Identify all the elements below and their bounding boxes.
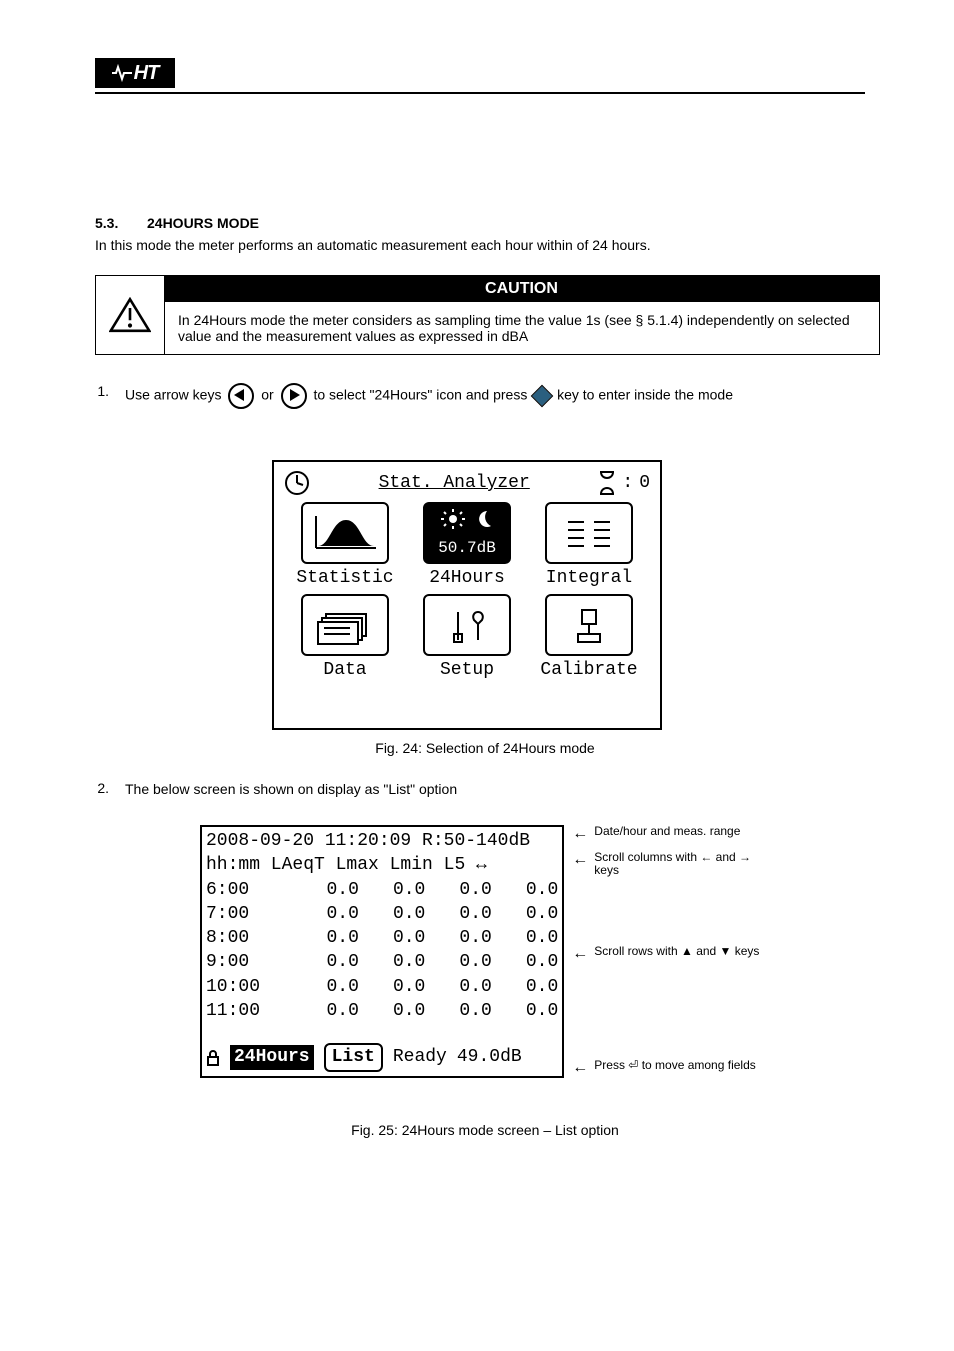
step2-body: The below screen is shown on display as … — [125, 781, 457, 797]
mode-24hours-label: 24Hours — [429, 568, 505, 588]
fig25-cell: 0.0 — [492, 902, 558, 926]
fig25-cell: 0.0 — [425, 926, 491, 950]
mode-data: Data — [290, 594, 400, 680]
caution-block: CAUTION In 24Hours mode the meter consid… — [95, 275, 880, 355]
mode-calibrate: Calibrate — [534, 594, 644, 680]
fig25-cell: 11:00 — [206, 999, 292, 1023]
fig25-cell: 10:00 — [206, 975, 292, 999]
arrow-left-icon: ← — [572, 945, 588, 963]
fig25-note-cols: Scroll columns with ← and → keys — [594, 851, 760, 877]
fig25-cell: 0.0 — [425, 902, 491, 926]
step-number: 1. — [95, 383, 109, 399]
right-arrow-icon — [281, 383, 307, 409]
fig24-screen: Stat. Analyzer : 0 Statistic — [272, 460, 662, 730]
fig25-caption: Fig. 25: 24Hours mode screen – List opti… — [95, 1122, 875, 1138]
fig25-cell: 0.0 — [359, 902, 425, 926]
fig25-columns-line: hh:mm LAeqT Lmax Lmin L5 ↔ — [206, 853, 558, 877]
moon-icon — [475, 509, 493, 529]
step-1: 1. Use arrow keys or to select "24Hours"… — [95, 383, 875, 409]
fig24-title: Stat. Analyzer — [316, 473, 592, 493]
fig25-footer-value: 49.0dB — [457, 1045, 522, 1069]
arrow-left-icon: ← — [572, 825, 588, 843]
header-divider — [95, 92, 865, 94]
fig25-cell: 0.0 — [292, 902, 358, 926]
fig25-cell: 0.0 — [425, 975, 491, 999]
section-body: In this mode the meter performs an autom… — [95, 237, 651, 253]
statistic-curve-icon — [301, 502, 389, 564]
warning-triangle-icon — [109, 297, 151, 333]
fig25-cell: 0.0 — [292, 999, 358, 1023]
mode-integral: Integral — [534, 502, 644, 588]
fig25-cell: 0.0 — [359, 950, 425, 974]
fig25-cell: 0.0 — [292, 926, 358, 950]
step1-sep: or — [261, 387, 277, 403]
mode-setup: Setup — [412, 594, 522, 680]
mode-statistic: Statistic — [290, 502, 400, 588]
left-arrow-icon — [228, 383, 254, 409]
arrow-left-icon: ← — [572, 1059, 588, 1077]
fig25-cell: 7:00 — [206, 902, 292, 926]
section-heading-row: 5.3. 24HOURS MODE In this mode the meter… — [95, 215, 875, 253]
logo-text: HT — [134, 62, 159, 85]
fig25-cell: 0.0 — [359, 975, 425, 999]
fig25-cell: 0.0 — [492, 999, 558, 1023]
step1-tail: key to enter inside the mode — [557, 387, 733, 403]
fig25-cell: 0.0 — [292, 975, 358, 999]
mode-data-label: Data — [323, 660, 366, 680]
mode-integral-label: Integral — [546, 568, 632, 588]
fig25-note-rows: Scroll rows with ▲ and ▼ keys — [594, 945, 760, 958]
section-title: 24HOURS MODE — [147, 215, 259, 231]
fig25-cell: 0.0 — [359, 926, 425, 950]
hourglass-icon — [598, 470, 616, 496]
mode-calibrate-label: Calibrate — [540, 660, 637, 680]
step-number: 2. — [95, 780, 109, 796]
fig25-cell: 0.0 — [292, 878, 358, 902]
enter-diamond-icon — [531, 385, 554, 408]
fig25-header-line: 2008-09-20 11:20:09 R:50-140dB — [206, 829, 558, 853]
fig25-wrap: 2008-09-20 11:20:09 R:50-140dB hh:mm LAe… — [200, 825, 760, 1078]
fig25-cell: 0.0 — [492, 878, 558, 902]
fig25-screen: 2008-09-20 11:20:09 R:50-140dB hh:mm LAe… — [200, 825, 564, 1078]
sun-icon — [441, 509, 465, 529]
fig25-cell: 0.0 — [492, 950, 558, 974]
caution-icon-cell — [96, 276, 165, 354]
fig25-footer-status: Ready — [393, 1045, 447, 1069]
mode-24hours-value: 50.7dB — [438, 539, 496, 557]
fig25-cell: 0.0 — [425, 950, 491, 974]
section-number: 5.3. — [95, 215, 135, 231]
lock-icon — [206, 1049, 220, 1067]
mode-setup-label: Setup — [440, 660, 494, 680]
mode-24hours: 50.7dB 24Hours — [412, 502, 522, 588]
brand-logo: HT — [95, 58, 175, 88]
fig25-footer-mode: 24Hours — [230, 1045, 314, 1069]
setup-tools-icon — [423, 594, 511, 656]
arrow-left-icon: ← — [572, 851, 588, 869]
integral-list-icon — [545, 502, 633, 564]
fig25-cell: 0.0 — [359, 878, 425, 902]
clock-icon — [284, 470, 310, 496]
fig25-cell: 9:00 — [206, 950, 292, 974]
fig25-cell: 0.0 — [425, 878, 491, 902]
fig24-count: 0 — [639, 473, 650, 493]
fig25-cell: 8:00 — [206, 926, 292, 950]
fig25-footer-btn: List — [324, 1043, 383, 1071]
fig25-cell: 0.0 — [492, 926, 558, 950]
calibrate-icon — [545, 594, 633, 656]
mode-statistic-label: Statistic — [296, 568, 393, 588]
step1-prefix: Use arrow keys — [125, 387, 225, 403]
step-2: 2. The below screen is shown on display … — [95, 780, 875, 799]
fig25-cell: 0.0 — [359, 999, 425, 1023]
fig25-cell: 0.0 — [492, 975, 558, 999]
caution-body-text: In 24Hours mode the meter considers as s… — [164, 302, 879, 354]
fig25-cell: 0.0 — [292, 950, 358, 974]
fig25-cell: 6:00 — [206, 878, 292, 902]
caution-title: CAUTION — [164, 276, 879, 302]
data-folder-icon — [301, 594, 389, 656]
fig25-note-footer: Press ⏎ to move among fields — [594, 1059, 760, 1072]
fig25-note-top: Date/hour and meas. range — [594, 825, 760, 838]
fig24-caption: Fig. 24: Selection of 24Hours mode — [95, 740, 875, 756]
fig25-cell: 0.0 — [425, 999, 491, 1023]
step1-mid: to select "24Hours" icon and press — [313, 387, 531, 403]
